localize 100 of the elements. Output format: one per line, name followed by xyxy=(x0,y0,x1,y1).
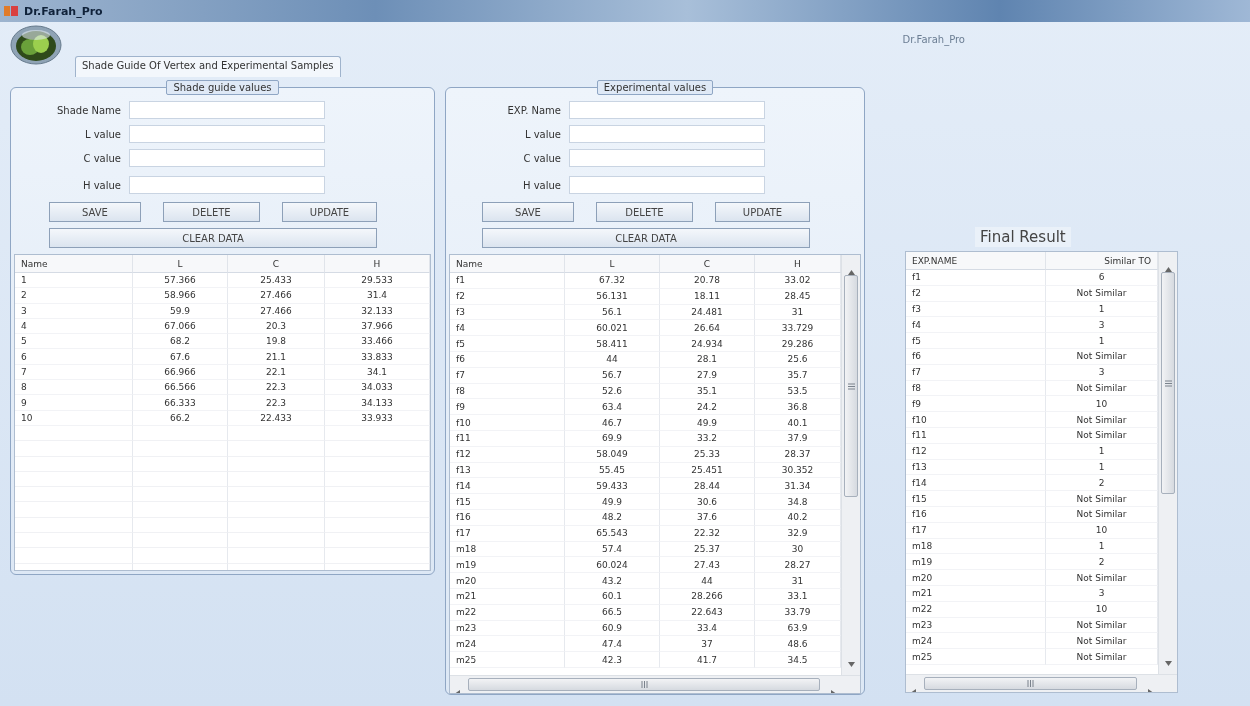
input-field[interactable] xyxy=(569,125,765,143)
table-cell: 5 xyxy=(15,334,133,350)
field-label: C value xyxy=(82,152,122,164)
table-cell: 65.543 xyxy=(565,525,660,542)
table-cell: 33.933 xyxy=(325,410,430,426)
horizontal-scrollbar[interactable] xyxy=(450,675,860,693)
table-cell: 37 xyxy=(660,636,755,653)
action-button[interactable]: UPDATE xyxy=(282,202,377,222)
input-field[interactable] xyxy=(569,101,765,119)
table-cell: 43.2 xyxy=(565,573,660,589)
table-cell: f8 xyxy=(906,380,1046,397)
field-label: L value xyxy=(523,128,562,140)
table-cell: f7 xyxy=(906,364,1046,381)
table-cell: 22.643 xyxy=(660,604,755,621)
table-cell: 27.43 xyxy=(660,557,755,574)
table-cell: f6 xyxy=(450,352,565,368)
horizontal-scrollbar[interactable] xyxy=(906,674,1177,692)
column-header[interactable]: Name xyxy=(15,255,133,273)
input-field[interactable] xyxy=(129,176,325,194)
table-cell: 41.7 xyxy=(660,652,755,668)
column-header[interactable]: Similar TO xyxy=(1046,252,1158,270)
input-field[interactable] xyxy=(129,101,325,119)
table-cell: 63.4 xyxy=(565,399,660,416)
table-cell: 52.6 xyxy=(565,383,660,400)
table-cell: 32.133 xyxy=(325,303,430,319)
grip-icon xyxy=(1164,379,1172,387)
column-header[interactable]: H xyxy=(755,255,841,273)
action-button[interactable]: SAVE xyxy=(49,202,141,222)
table-cell: 28.266 xyxy=(660,588,755,605)
table-cell: f17 xyxy=(906,522,1046,539)
table-cell: 59.9 xyxy=(133,303,228,319)
table-cell: f10 xyxy=(906,412,1046,428)
table-cell: 34.033 xyxy=(325,380,430,396)
input-field[interactable] xyxy=(569,176,765,194)
column-header[interactable]: EXP.NAME xyxy=(906,252,1046,270)
table-cell: f2 xyxy=(906,285,1046,302)
scroll-down-icon[interactable] xyxy=(848,662,855,667)
grip-icon xyxy=(847,382,855,390)
table-cell: 60.024 xyxy=(565,557,660,574)
column-header[interactable]: L xyxy=(133,255,228,273)
field-label: Shade Name xyxy=(56,104,122,116)
table-cell: 24.934 xyxy=(660,336,755,352)
tab[interactable]: Shade Guide Of Vertex and Experimental Samples xyxy=(75,56,341,77)
table-cell: f9 xyxy=(450,399,565,416)
table-cell: f7 xyxy=(450,367,565,384)
vertical-scrollbar[interactable] xyxy=(841,255,860,675)
vertical-scrollbar[interactable] xyxy=(1158,252,1177,674)
action-button[interactable]: SAVE xyxy=(482,202,574,222)
table-cell: f5 xyxy=(450,336,565,352)
table-cell: 33.2 xyxy=(660,430,755,447)
table-cell: 56.7 xyxy=(565,367,660,384)
clear-data-button[interactable]: CLEAR DATA xyxy=(49,228,377,248)
table-cell: f12 xyxy=(450,446,565,463)
action-button[interactable]: UPDATE xyxy=(715,202,810,222)
table-cell: m25 xyxy=(906,649,1046,665)
table-cell: 56.1 xyxy=(565,304,660,321)
table-cell: 22.1 xyxy=(228,364,325,381)
column-header[interactable]: Name xyxy=(450,255,565,273)
table-cell: 37.966 xyxy=(325,318,430,335)
column-header[interactable]: C xyxy=(660,255,755,273)
table-cell: 7 xyxy=(15,364,133,381)
scroll-down-icon[interactable] xyxy=(1165,661,1172,666)
column-header[interactable]: L xyxy=(565,255,660,273)
table-cell: 20.78 xyxy=(660,273,755,289)
table-cell: 56.131 xyxy=(565,288,660,305)
table-cell: f4 xyxy=(450,320,565,337)
table-cell: f14 xyxy=(450,478,565,495)
column-header[interactable]: C xyxy=(228,255,325,273)
logo-icon xyxy=(10,25,62,65)
table-cell: 66.5 xyxy=(565,604,660,621)
table-cell: 59.433 xyxy=(565,478,660,495)
table-cell: 60.021 xyxy=(565,320,660,337)
table-cell: 67.32 xyxy=(565,273,660,289)
table-cell: f13 xyxy=(450,462,565,479)
input-field[interactable] xyxy=(129,125,325,143)
table-cell: f16 xyxy=(450,509,565,526)
table-cell: m23 xyxy=(906,617,1046,634)
action-button[interactable]: DELETE xyxy=(163,202,260,222)
table-cell: f4 xyxy=(906,317,1046,334)
input-field[interactable] xyxy=(129,149,325,167)
table-cell: 37.6 xyxy=(660,509,755,526)
table-cell: 20.3 xyxy=(228,318,325,335)
table-cell: 49.9 xyxy=(660,415,755,431)
column-header[interactable]: H xyxy=(325,255,430,273)
table-cell: 58.049 xyxy=(565,446,660,463)
table-cell: f12 xyxy=(906,443,1046,460)
table-cell: 33.466 xyxy=(325,334,430,350)
table-cell: 66.333 xyxy=(133,395,228,411)
table-cell: f2 xyxy=(450,288,565,305)
action-button[interactable]: DELETE xyxy=(596,202,693,222)
field-label: H value xyxy=(82,179,122,191)
table-cell: m24 xyxy=(450,636,565,653)
field-label: H value xyxy=(522,179,562,191)
clear-data-button[interactable]: CLEAR DATA xyxy=(482,228,810,248)
table-cell: 48.2 xyxy=(565,509,660,526)
window-title: Dr.Farah_Pro xyxy=(24,4,103,18)
table-cell: 27.9 xyxy=(660,367,755,384)
input-field[interactable] xyxy=(569,149,765,167)
table-cell: 66.2 xyxy=(133,410,228,426)
field-label: EXP. Name xyxy=(506,104,562,116)
